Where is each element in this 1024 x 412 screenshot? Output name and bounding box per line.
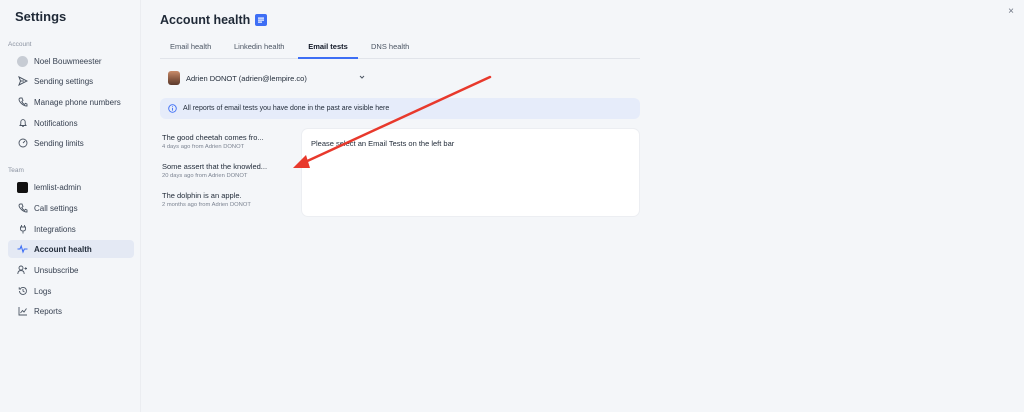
sidebar-item-label: Noel Bouwmeester — [34, 56, 102, 66]
tab-email-health[interactable]: Email health — [170, 42, 211, 59]
test-meta: 2 months ago from Adrien DONOT — [162, 202, 251, 208]
user-avatar — [168, 71, 180, 85]
sidebar-item-phone-numbers[interactable]: Manage phone numbers — [8, 93, 134, 111]
sidebar-item-reports[interactable]: Reports — [8, 302, 134, 320]
sidebar-item-profile[interactable]: Noel Bouwmeester — [8, 52, 134, 70]
tab-dns-health[interactable]: DNS health — [371, 42, 409, 59]
info-banner-text: All reports of email tests you have done… — [183, 105, 390, 112]
close-icon[interactable]: × — [1008, 6, 1014, 17]
page-title-text: Account health — [160, 13, 251, 27]
sidebar-item-label: Notifications — [34, 118, 78, 128]
test-title: The good cheetah comes fro... — [162, 133, 264, 142]
chevron-down-icon — [358, 73, 366, 83]
test-title: The dolphin is an apple. — [162, 191, 242, 200]
sidebar-item-call-settings[interactable]: Call settings — [8, 199, 134, 217]
sidebar-item-logs[interactable]: Logs — [8, 282, 134, 300]
page-title: Account health — [160, 13, 268, 27]
sidebar-item-sending-limits[interactable]: Sending limits — [8, 134, 134, 152]
pulse-icon — [17, 244, 28, 255]
phone-icon — [17, 97, 28, 108]
sidebar-item-notifications[interactable]: Notifications — [8, 114, 134, 132]
sidebar-item-label: Account health — [34, 244, 92, 254]
tab-linkedin-health[interactable]: Linkedin health — [234, 42, 284, 59]
user-select-value: Adrien DONOT (adrien@lempire.co) — [186, 73, 307, 83]
sidebar-item-label: Unsubscribe — [34, 265, 79, 275]
sidebar-item-label: Manage phone numbers — [34, 97, 121, 107]
gauge-icon — [17, 138, 28, 149]
sidebar-item-team[interactable]: lemlist-admin — [8, 178, 134, 196]
test-meta: 20 days ago from Adrien DONOT — [162, 173, 248, 179]
main-content: Account health × Email health Linkedin h… — [142, 0, 1024, 412]
phone-icon — [17, 203, 28, 214]
list-item[interactable]: Some assert that the knowled... 20 days … — [162, 162, 286, 179]
email-tests-list: The good cheetah comes fro... 4 days ago… — [162, 128, 292, 216]
tab-bar: Email health Linkedin health Email tests… — [160, 37, 640, 59]
list-item[interactable]: The good cheetah comes fro... 4 days ago… — [162, 133, 286, 150]
list-item[interactable]: The dolphin is an apple. 2 months ago fr… — [162, 191, 286, 208]
sidebar-item-label: Sending settings — [34, 76, 94, 86]
chart-icon — [17, 306, 28, 317]
info-banner: All reports of email tests you have done… — [160, 98, 640, 119]
user-remove-icon — [17, 265, 28, 276]
sidebar-item-account-health[interactable]: Account health — [8, 240, 134, 258]
sidebar-item-sending-settings[interactable]: Sending settings — [8, 72, 134, 90]
user-select[interactable]: Adrien DONOT (adrien@lempire.co) — [168, 70, 370, 86]
send-icon — [17, 76, 28, 87]
team-section-label: Team — [8, 167, 24, 174]
detail-placeholder: Please select an Email Tests on the left… — [311, 139, 455, 148]
bell-icon — [17, 118, 28, 129]
sidebar-item-integrations[interactable]: Integrations — [8, 220, 134, 238]
sidebar-item-label: Sending limits — [34, 138, 84, 148]
sidebar-item-label: Logs — [34, 286, 52, 296]
sidebar-item-label: Call settings — [34, 203, 78, 213]
lemlist-logo — [17, 181, 28, 193]
sidebar-item-label: Integrations — [34, 224, 76, 234]
sidebar-item-label: Reports — [34, 306, 63, 316]
sidebar-title: Settings — [15, 9, 67, 24]
test-title: Some assert that the knowled... — [162, 162, 268, 171]
health-badge-icon — [255, 14, 268, 26]
sidebar-item-unsubscribe[interactable]: Unsubscribe — [8, 261, 134, 279]
test-meta: 4 days ago from Adrien DONOT — [162, 144, 245, 150]
account-section-label: Account — [8, 41, 32, 48]
test-detail-panel: Please select an Email Tests on the left… — [302, 129, 639, 216]
avatar — [17, 55, 28, 67]
info-icon — [168, 104, 177, 113]
sidebar-item-label: lemlist-admin — [34, 182, 82, 192]
sidebar: Settings Account Noel Bouwmeester Sendin… — [0, 0, 141, 412]
plug-icon — [17, 224, 28, 235]
tab-email-tests[interactable]: Email tests — [298, 42, 358, 59]
history-icon — [17, 286, 28, 297]
